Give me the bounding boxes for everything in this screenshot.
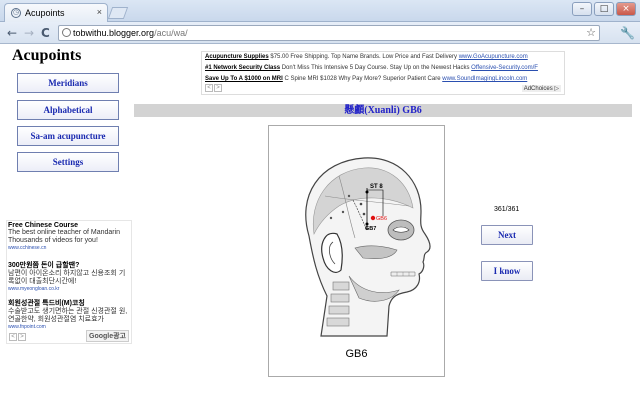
maximize-button[interactable]: □ [594,2,614,16]
forward-arrow-icon[interactable]: → [24,25,34,41]
ad-desc: Don't Miss This Intensive 5 Day Course. … [281,65,470,71]
acupoint-dot [362,212,366,216]
acupoint-name-banner: 懸顱(Xuanli) GB6 [134,104,632,117]
minimize-button[interactable]: – [572,2,592,16]
globe-icon [62,28,71,37]
ad-line[interactable]: Save Up To A $1000 on MRI C Spine MRI $1… [205,76,527,82]
address-bar[interactable]: tobwithu.blogger.org/acu/wa/ ☆ [58,25,600,41]
ad-title: 300만원쯤 돈이 급할땐? [8,262,80,269]
ad-url: www.cchinese.cn [8,245,47,251]
menu-alphabetical-button[interactable]: Alphabetical [17,100,119,120]
ad-url: www.SoundImagingLincoln.com [442,76,528,82]
wrench-menu-icon[interactable]: 🔧 [620,26,635,40]
left-ad-unit: Free Chinese Course The best online teac… [6,220,132,344]
browser-toolbar: ← → C tobwithu.blogger.org/acu/wa/ ☆ 🔧 [0,22,640,44]
ad-desc: $75.00 Free Shipping. Top Name Brands. L… [270,54,458,60]
figure-caption: GB6 [345,348,368,360]
google-ads-badge[interactable]: Google광고 [86,330,129,342]
ad-item[interactable]: Free Chinese Course The best online teac… [8,222,130,251]
ad-url: www.myeongloan.co.kr [8,286,60,292]
ad-desc: The best online teacher of Mandarin Thou… [8,229,121,244]
gb7-label: GB7 [365,226,376,232]
menu-settings-button[interactable]: Settings [17,152,119,172]
ad-item[interactable]: 회원성관절 특드비(M)코칭 수술받고도 생기면하는 관절 신경관절 원, 연골… [8,298,130,330]
ad-desc: 남편이 아이온소리 하지않고 신용조회 기록없이 대출최단시간에! [8,270,126,285]
adchoices-badge[interactable]: AdChoices ▷ [521,85,561,92]
url-host: tobwithu.blogger.org [73,28,155,38]
acupoint-dot [365,190,369,194]
ad-title: Free Chinese Course [8,222,79,229]
ad-prev-button[interactable]: < [9,333,17,341]
new-tab-button[interactable] [107,7,129,19]
tab-close-icon[interactable]: × [97,7,102,17]
ad-nav: < > [9,333,26,341]
close-window-button[interactable]: × [616,2,636,16]
ad-item[interactable]: 300만원쯤 돈이 급할땐? 남편이 아이온소리 하지않고 신용조회 기록없이 … [8,260,130,292]
menu-meridians-button[interactable]: Meridians [17,73,119,93]
back-arrow-icon[interactable]: ← [7,25,17,41]
acupoint-dot [347,194,351,198]
tab-title: Acupoints [25,8,65,18]
next-button[interactable]: Next [481,225,533,245]
ad-desc: C Spine MRI $1028 Why Pay More? Superior… [284,76,441,82]
acupoint-dot [329,216,333,220]
menu-sa-am-button[interactable]: Sa-am acupuncture [17,126,119,146]
ad-nav: < > [205,84,222,92]
window-controls: – □ × [572,2,636,16]
ad-line[interactable]: #1 Network Security Class Don't Miss Thi… [205,65,538,71]
acupoint-figure: ST 8 GB6 GB7 GB6 [268,125,445,377]
ad-next-button[interactable]: > [214,84,222,92]
url-path: /acu/wa/ [154,28,188,38]
progress-counter: 361/361 [494,206,520,213]
ad-url: Offensive-Security.com/F [471,65,538,71]
head-skull-illustration: ST 8 GB6 GB7 [305,157,431,337]
browser-tab[interactable]: ◷ Acupoints × [4,3,108,22]
ad-line[interactable]: Acupuncture Supplies $75.00 Free Shippin… [205,54,528,60]
reload-icon[interactable]: C [41,25,50,41]
page-content: Acupoints Meridians Alphabetical Sa-am a… [0,45,640,400]
acupoint-dot [359,202,363,206]
ad-prev-button[interactable]: < [205,84,213,92]
ad-next-button[interactable]: > [18,333,26,341]
browser-titlebar: ◷ Acupoints × – □ × [0,0,640,22]
bookmark-star-icon[interactable]: ☆ [586,26,596,40]
site-title: Acupoints [12,47,82,64]
ad-url: www.GoAcupuncture.com [458,54,528,60]
ad-title: Save Up To A $1000 on MRI [205,76,283,82]
ad-desc: 수술받고도 생기면하는 관절 신경관절 원, 연골한약, 회원성관절염 치료효가 [8,308,128,323]
st8-label: ST 8 [370,184,383,190]
page-favicon-icon: ◷ [11,8,21,18]
ad-title: 회원성관절 특드비(M)코칭 [8,300,85,307]
gb6-label: GB6 [376,216,387,222]
i-know-button[interactable]: I know [481,261,533,281]
ad-title: #1 Network Security Class [205,65,281,71]
ad-title: Acupuncture Supplies [205,54,269,60]
acupoint-dot [341,210,345,214]
acupoint-gb6-dot [370,215,376,221]
top-ad-unit: Acupuncture Supplies $75.00 Free Shippin… [201,51,565,95]
